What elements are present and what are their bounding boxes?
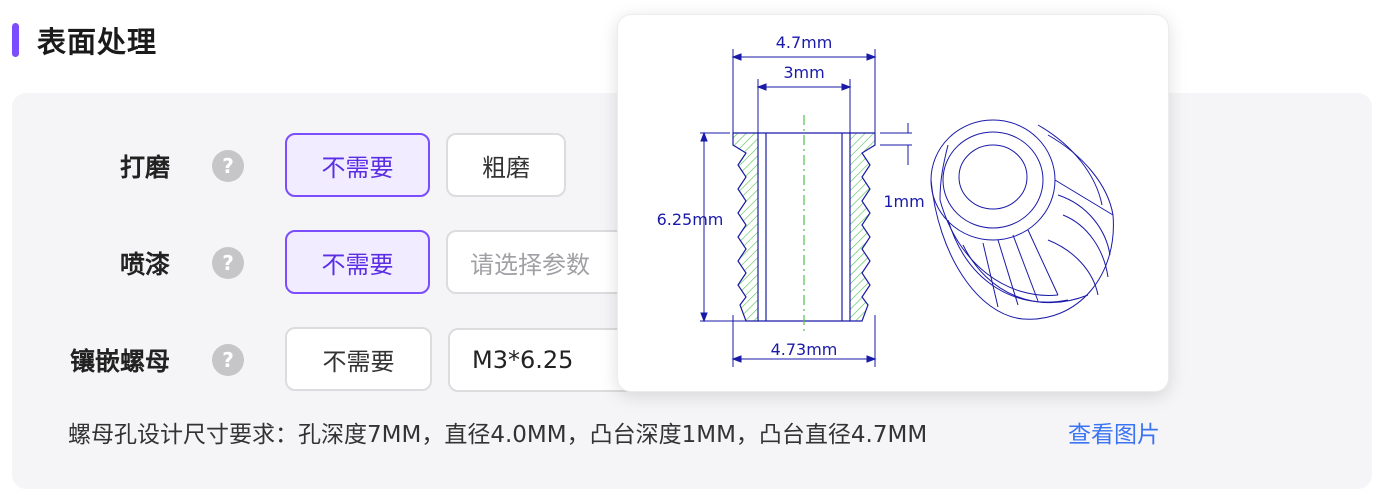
help-icon[interactable]: ? bbox=[212, 150, 244, 182]
row-label-polishing: 打磨 bbox=[119, 153, 170, 182]
painting-param-select[interactable]: 请选择参数 bbox=[446, 230, 646, 294]
section-header: 表面处理 bbox=[12, 20, 157, 60]
dim-top-inner: 3mm bbox=[783, 63, 824, 82]
dim-flange: 1mm bbox=[883, 192, 924, 211]
painting-option-none[interactable]: 不需要 bbox=[285, 230, 430, 294]
nut-drawing-popover: 4.7mm 3mm 6.25mm 1mm 4.73mm bbox=[617, 14, 1169, 392]
help-icon[interactable]: ? bbox=[212, 344, 244, 376]
polishing-option-rough[interactable]: 粗磨 bbox=[446, 133, 566, 197]
row-label-insert-nut: 镶嵌螺母 bbox=[69, 347, 170, 376]
dim-bottom: 4.73mm bbox=[771, 340, 838, 359]
row-insert-nut: 镶嵌螺母 bbox=[0, 327, 170, 393]
row-polishing: 打磨 bbox=[0, 133, 170, 199]
dim-top-outer: 4.7mm bbox=[776, 33, 833, 52]
row-painting: 喷漆 bbox=[0, 230, 170, 296]
insert-nut-option-none[interactable]: 不需要 bbox=[285, 327, 432, 391]
row-label-box: 镶嵌螺母 bbox=[0, 327, 170, 393]
section-title: 表面处理 bbox=[37, 25, 158, 59]
nut-technical-drawing: 4.7mm 3mm 6.25mm 1mm 4.73mm bbox=[657, 33, 1114, 367]
nut-hole-requirement-note: 螺母孔设计尺寸要求：孔深度7MM，直径4.0MM，凸台深度1MM，凸台直径4.7… bbox=[68, 422, 928, 448]
row-label-box: 喷漆 bbox=[0, 230, 170, 296]
polishing-option-none[interactable]: 不需要 bbox=[285, 133, 430, 197]
nut-3d-view bbox=[930, 119, 1114, 320]
dim-height: 6.25mm bbox=[657, 210, 724, 229]
help-icon[interactable]: ? bbox=[212, 247, 244, 279]
row-label-painting: 喷漆 bbox=[119, 250, 170, 279]
row-label-box: 打磨 bbox=[0, 133, 170, 199]
section-accent-bar bbox=[12, 23, 19, 57]
view-image-link[interactable]: 查看图片 bbox=[1068, 415, 1160, 449]
